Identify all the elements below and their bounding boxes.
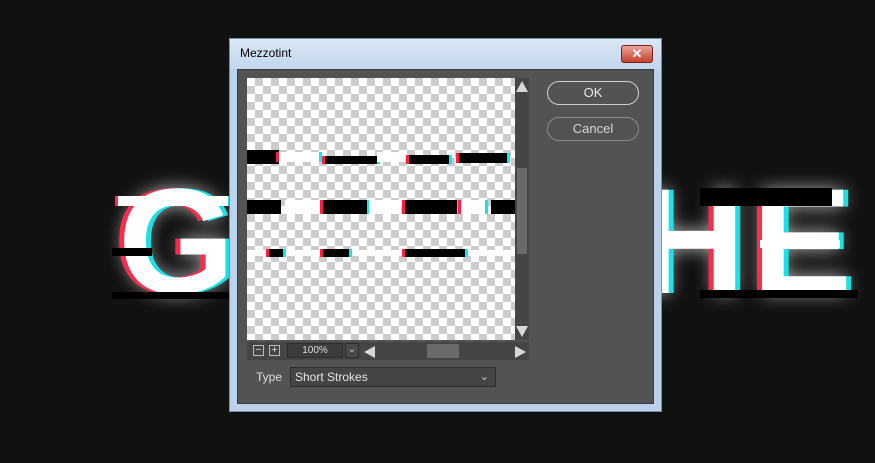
type-select-value: Short Strokes [295,370,368,384]
zoom-level-field[interactable]: 100% [287,343,343,358]
close-icon: ✕ [631,46,643,61]
stroke [269,249,283,257]
zoom-dropdown[interactable]: ⌄ [345,343,359,358]
stroke [247,250,515,256]
stroke [323,249,349,257]
stroke-row [247,200,515,214]
stroke [461,200,485,214]
filter-preview[interactable] [247,78,515,340]
type-label: Type [256,370,283,384]
preview-toolbar: − + 100% ⌄ [247,342,529,360]
stroke [285,200,321,214]
stroke [247,200,281,214]
stroke-row [247,246,515,260]
stroke [409,155,449,164]
stroke [279,152,319,162]
horizontal-scroll-thumb[interactable] [427,344,459,358]
zoom-in-button[interactable]: + [269,345,280,356]
stroke [405,249,465,257]
scroll-left-icon[interactable] [364,346,375,358]
mezzotint-dialog: Mezzotint ✕ − + 100% ⌄ OK Cancel Type Sh… [229,38,662,412]
stroke [377,152,405,162]
stroke-row [247,150,515,164]
stroke [325,156,377,164]
cancel-button[interactable]: Cancel [547,117,639,141]
scroll-down-icon[interactable] [516,326,528,337]
stroke [323,200,367,214]
minus-icon: − [255,344,262,356]
scroll-thumb[interactable] [517,168,527,254]
ok-button[interactable]: OK [547,81,639,105]
scroll-up-icon[interactable] [516,81,528,92]
glitch-bar [760,240,840,248]
stroke [369,200,401,214]
stroke [459,153,507,163]
close-button[interactable]: ✕ [621,45,653,63]
zoom-out-button[interactable]: − [253,345,264,356]
glitch-bar [700,188,832,206]
stroke [491,200,515,214]
dialog-title: Mezzotint [240,46,292,60]
glitch-bar [118,196,228,206]
glitch-bar [700,290,858,298]
stroke [247,150,279,164]
glitch-bar [112,292,230,299]
preview-vertical-scrollbar[interactable] [515,78,529,340]
type-select[interactable]: Short Strokes ⌄ [290,367,496,387]
scroll-right-icon[interactable] [515,346,526,358]
stroke [405,200,457,214]
plus-icon: + [271,344,278,356]
chevron-down-icon: ⌄ [347,344,357,355]
dialog-content: − + 100% ⌄ OK Cancel Type Short Strokes … [237,69,654,404]
dialog-titlebar[interactable]: Mezzotint ✕ [230,39,661,69]
glitch-bar [112,248,152,256]
chevron-down-icon: ⌄ [479,371,489,383]
